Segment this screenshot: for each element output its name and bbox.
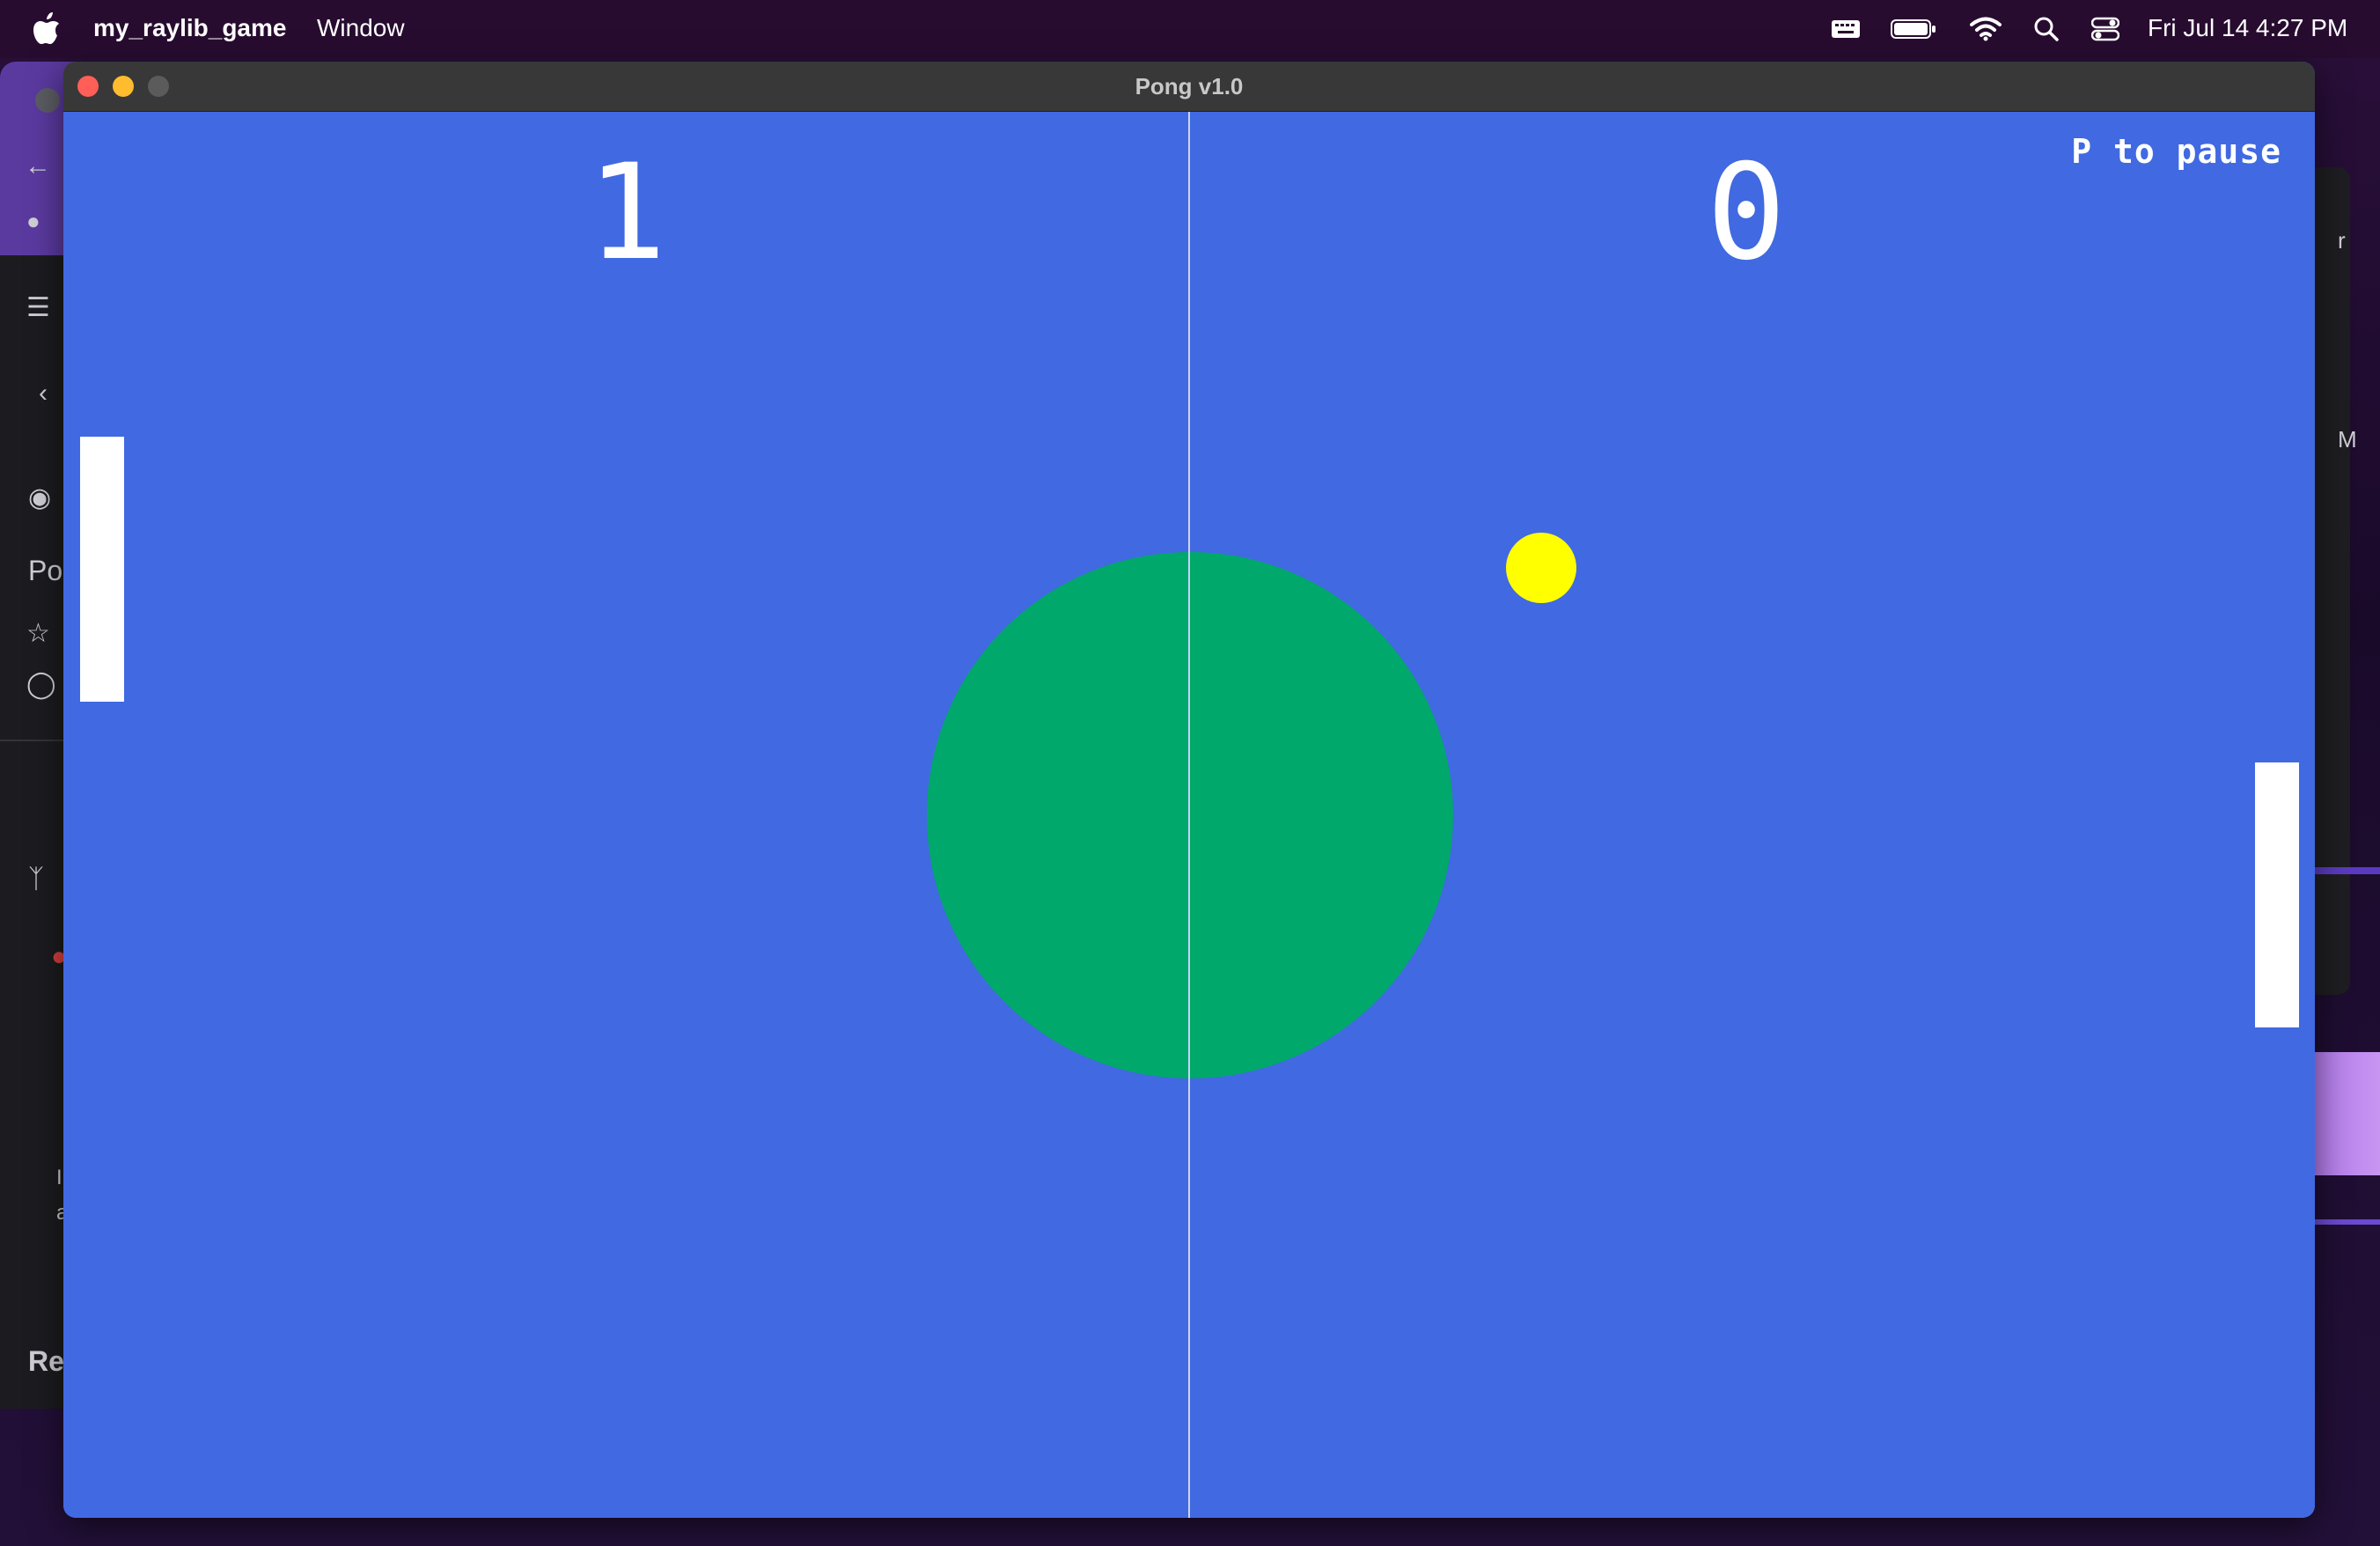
globe-icon[interactable]: ◯ (26, 669, 56, 700)
background-stripe-lower (2315, 1219, 2380, 1225)
background-text-re: Re (28, 1345, 64, 1377)
left-paddle (80, 437, 124, 702)
background-stripe (2315, 867, 2380, 874)
apple-menu-icon[interactable] (32, 12, 62, 46)
menu-bar-clock[interactable]: Fri Jul 14 4:27 PM (2148, 14, 2347, 42)
background-accent (2315, 1052, 2380, 1175)
chevron-left-icon[interactable]: ‹ (39, 379, 48, 409)
background-text-r: r (2338, 227, 2346, 254)
apple-small-icon: ● (26, 208, 40, 234)
eye-icon[interactable]: ◉ (28, 482, 51, 513)
menu-bar: my_raylib_game Window Fri Jul 14 4:27 PM (0, 0, 2380, 58)
left-score: 1 (586, 136, 667, 290)
right-paddle (2255, 762, 2299, 1027)
game-window[interactable]: Pong v1.0 1 0 P to pause (63, 62, 2315, 1518)
window-title-bar[interactable]: Pong v1.0 (63, 62, 2315, 112)
menu-lines-icon[interactable]: ☰ (26, 292, 50, 323)
window-title: Pong v1.0 (1135, 73, 1244, 99)
center-circle (927, 552, 1453, 1079)
star-icon[interactable]: ☆ (26, 618, 50, 649)
background-window-dot (35, 88, 60, 113)
keyboard-icon[interactable] (1829, 0, 1862, 58)
background-text-i: I (56, 1166, 62, 1189)
center-line (1188, 112, 1190, 1518)
pause-hint: P to pause (2071, 132, 2281, 171)
search-icon[interactable] (2031, 0, 2061, 58)
battery-icon[interactable] (1891, 0, 1936, 58)
branch-icon[interactable]: ᛉ (28, 865, 44, 894)
background-text-po: Po (28, 555, 63, 586)
background-text-m: M (2338, 426, 2357, 453)
wifi-icon[interactable] (1968, 0, 2003, 58)
game-playfield[interactable]: 1 0 P to pause (63, 112, 2315, 1518)
app-name-menu[interactable]: my_raylib_game (93, 14, 286, 42)
back-arrow-icon[interactable]: ← (25, 151, 51, 181)
control-center-icon[interactable] (2090, 0, 2121, 58)
ball (1506, 533, 1576, 603)
window-menu[interactable]: Window (317, 14, 405, 42)
right-score: 0 (1706, 136, 1787, 290)
